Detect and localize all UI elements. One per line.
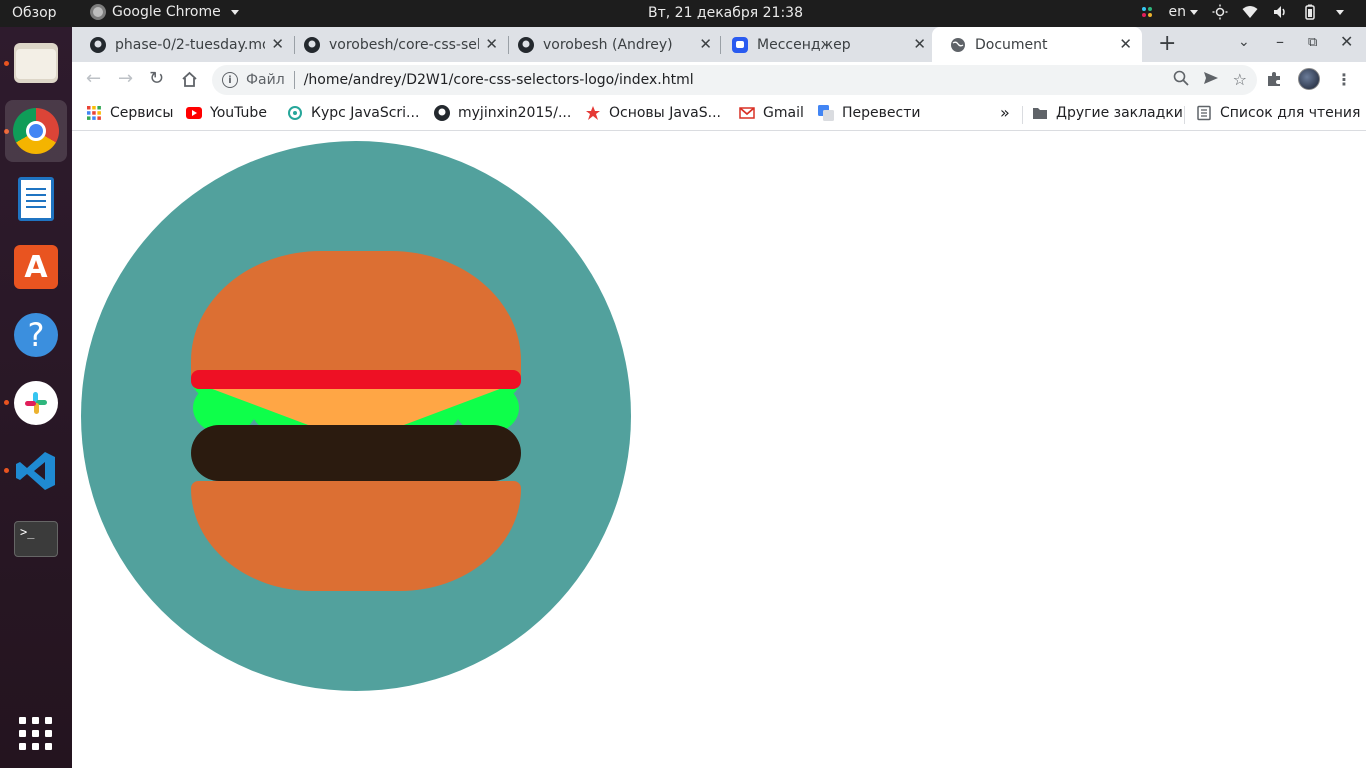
- close-icon[interactable]: ✕: [1119, 35, 1132, 53]
- apps-grid-icon: [87, 106, 101, 120]
- reload-button[interactable]: ↻: [149, 68, 164, 89]
- chrome-menu-icon[interactable]: ⋮: [1336, 70, 1352, 89]
- close-icon[interactable]: ✕: [271, 35, 284, 53]
- bookmark-services[interactable]: Сервисы: [86, 105, 173, 121]
- burger-tomato: [191, 370, 521, 389]
- gmail-icon: [739, 107, 755, 119]
- forward-button[interactable]: →: [118, 68, 133, 89]
- software-store-icon: A: [14, 245, 58, 289]
- scheme-label: Файл: [246, 72, 285, 88]
- back-button[interactable]: ←: [86, 68, 101, 89]
- slack-icon: [14, 381, 58, 425]
- send-icon[interactable]: [1203, 70, 1219, 86]
- system-top-bar: Обзор Google Chrome Вт, 21 декабря 21:38…: [0, 0, 1366, 27]
- chrome-mini-icon: [90, 4, 106, 20]
- reading-list-button[interactable]: Список для чтения: [1196, 105, 1360, 121]
- bookmark-icon: [586, 106, 600, 120]
- close-icon[interactable]: ✕: [699, 35, 712, 53]
- zoom-icon[interactable]: [1173, 70, 1189, 86]
- page-viewport: [72, 131, 1366, 768]
- tab-messenger[interactable]: Мессенджер ✕: [714, 27, 936, 62]
- new-tab-button[interactable]: +: [1158, 31, 1176, 56]
- keyboard-layout-indicator[interactable]: en: [1169, 4, 1198, 20]
- github-icon: [304, 36, 320, 53]
- github-icon: [90, 36, 106, 53]
- dock-files[interactable]: [5, 32, 67, 94]
- translate-icon: [818, 105, 834, 121]
- profile-avatar[interactable]: [1298, 68, 1320, 90]
- bookmarks-overflow-button[interactable]: »: [1000, 103, 1010, 122]
- bookmark-gmail[interactable]: Gmail: [739, 105, 804, 121]
- terminal-icon: >_: [14, 521, 58, 557]
- bookmark-js-basics[interactable]: Основы JavaS...: [585, 105, 721, 121]
- app-menu[interactable]: Google Chrome: [90, 4, 239, 20]
- help-icon: ?: [14, 313, 58, 357]
- github-icon: [518, 36, 534, 53]
- bookmark-js-course[interactable]: Курс JavaScri...: [287, 105, 419, 121]
- slack-tray-icon[interactable]: [1139, 4, 1155, 20]
- burger-bottom-bun: [191, 481, 521, 591]
- tab-core-css-selectors[interactable]: vorobesh/core-css-selectors ✕: [286, 27, 508, 62]
- link-icon: [288, 106, 302, 120]
- dock-chrome[interactable]: [5, 100, 67, 162]
- dock-software-store[interactable]: A: [5, 236, 67, 298]
- bookmark-translate[interactable]: Перевести: [818, 105, 920, 121]
- tab-search-chevron-icon[interactable]: ⌄: [1238, 34, 1250, 50]
- files-icon: [14, 43, 58, 83]
- burger-top-bun: [191, 251, 521, 376]
- wifi-icon[interactable]: [1242, 4, 1258, 20]
- activities-button[interactable]: Обзор: [12, 5, 57, 21]
- dock-terminal[interactable]: >_: [5, 508, 67, 570]
- github-icon: [434, 105, 450, 121]
- close-icon[interactable]: ✕: [913, 35, 926, 53]
- system-menu-chevron-icon[interactable]: [1336, 9, 1344, 15]
- tab-phase-0[interactable]: phase-0/2-tuesday.md ✕: [72, 27, 294, 62]
- site-info-icon[interactable]: i: [222, 72, 238, 88]
- tab-document[interactable]: Document ✕: [932, 27, 1142, 62]
- youtube-icon: [186, 107, 202, 119]
- chrome-icon: [13, 108, 59, 154]
- extensions-icon[interactable]: [1266, 71, 1282, 87]
- other-bookmarks-folder[interactable]: Другие закладки: [1032, 105, 1183, 121]
- dock: A ? >_: [0, 27, 72, 768]
- brightness-icon[interactable]: [1212, 4, 1228, 20]
- restore-button[interactable]: ⧉: [1308, 35, 1317, 50]
- libreoffice-writer-icon: [18, 177, 54, 221]
- messenger-icon: [732, 36, 748, 53]
- chevron-down-icon: [230, 9, 239, 15]
- folder-icon: [1033, 108, 1047, 119]
- tab-vorobesh-profile[interactable]: vorobesh (Andrey) ✕: [500, 27, 722, 62]
- show-apps-icon: [19, 717, 53, 751]
- volume-icon[interactable]: [1272, 4, 1288, 20]
- window-close-button[interactable]: ✕: [1340, 32, 1353, 51]
- bookmark-youtube[interactable]: YouTube: [186, 105, 267, 121]
- globe-icon: [951, 37, 965, 52]
- address-bar[interactable]: i Файл /home/andrey/D2W1/core-css-select…: [212, 65, 1257, 95]
- close-icon[interactable]: ✕: [485, 35, 498, 53]
- dock-help[interactable]: ?: [5, 304, 67, 366]
- dock-slack[interactable]: [5, 372, 67, 434]
- bookmarks-bar: Сервисы YouTube Курс JavaScri... myjinxi…: [72, 98, 1366, 131]
- url-text[interactable]: /home/andrey/D2W1/core-css-selectors-log…: [304, 72, 694, 88]
- app-menu-label: Google Chrome: [112, 4, 221, 20]
- burger-logo: [81, 141, 631, 691]
- system-tray[interactable]: en: [1139, 4, 1344, 20]
- browser-toolbar: ← → ↻ i Файл /home/andrey/D2W1/core-css-…: [72, 62, 1366, 98]
- tab-strip: phase-0/2-tuesday.md ✕ vorobesh/core-css…: [72, 27, 1366, 62]
- burger-patty: [191, 425, 521, 481]
- minimize-button[interactable]: –: [1276, 32, 1284, 51]
- bookmark-star-icon[interactable]: ☆: [1233, 70, 1247, 89]
- dock-vscode[interactable]: [5, 440, 67, 502]
- show-applications-button[interactable]: [5, 703, 67, 765]
- reading-list-icon: [1197, 105, 1211, 121]
- vscode-icon: [14, 449, 58, 493]
- bookmark-myjinxin[interactable]: myjinxin2015/...: [434, 105, 571, 121]
- clock[interactable]: Вт, 21 декабря 21:38: [648, 5, 803, 21]
- home-button[interactable]: [181, 71, 198, 88]
- battery-icon[interactable]: [1302, 4, 1318, 20]
- dock-libreoffice-writer[interactable]: [5, 168, 67, 230]
